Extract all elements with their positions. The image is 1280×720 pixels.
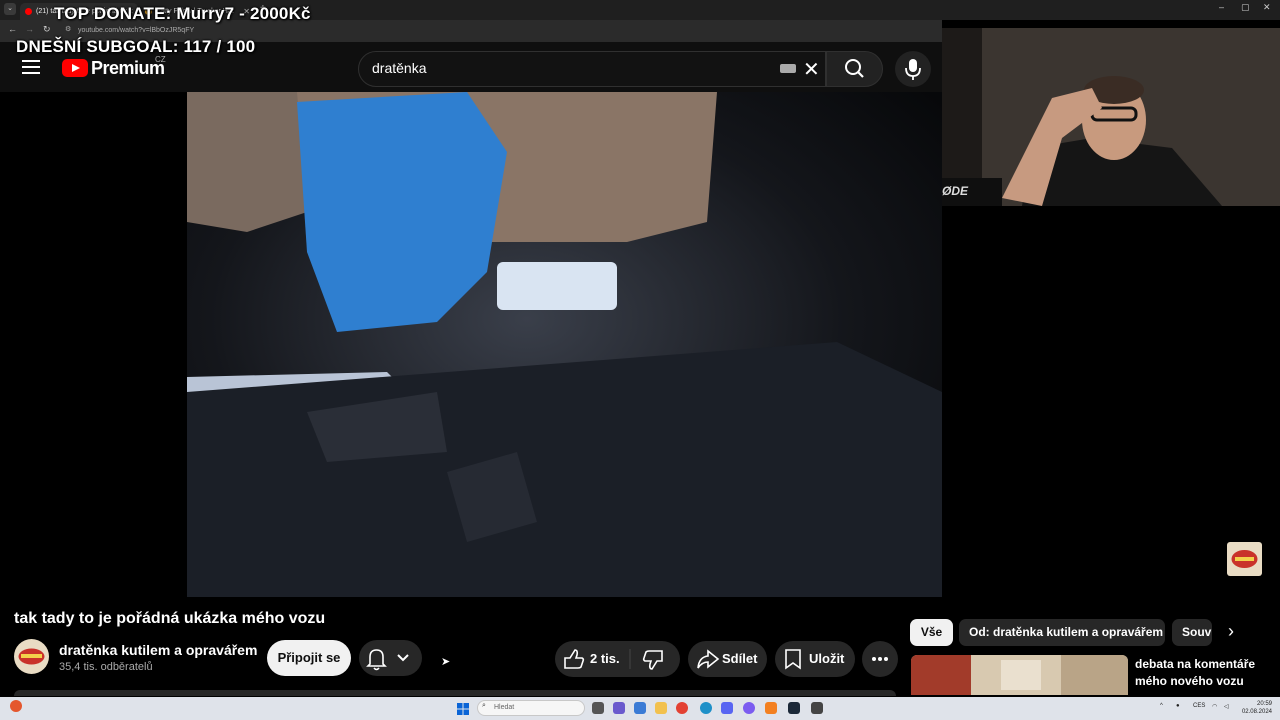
chrome-icon[interactable] (676, 702, 688, 714)
join-button[interactable]: Připojit se (267, 640, 351, 676)
microphone-icon (905, 59, 921, 80)
webcam-frame (942, 28, 1280, 206)
chevron-right-icon[interactable]: › (1228, 621, 1234, 642)
search-input[interactable] (372, 58, 762, 78)
chip-from-channel[interactable]: Od: dratěnka kutilem a opravářem (959, 619, 1165, 646)
search-icon (845, 59, 864, 78)
channel-avatar[interactable] (14, 639, 49, 674)
back-icon[interactable]: ← (8, 24, 17, 34)
top-donate-overlay: TOP DONATE: Murry7 - 2000Kč (54, 4, 311, 23)
like-count[interactable]: 2 tis. (590, 641, 620, 677)
dislike-icon (642, 650, 663, 670)
minimize-button[interactable]: – (1219, 2, 1224, 12)
chip-all[interactable]: Vše (910, 619, 953, 646)
widgets-icon[interactable] (10, 700, 22, 712)
microphone-icon[interactable]: ● (1176, 703, 1180, 709)
recommendation-title[interactable]: debata na komentáře mého nového vozu (1135, 656, 1275, 690)
premium-logo-text[interactable]: Premium (91, 58, 165, 79)
url-field[interactable]: youtube.com/watch?v=lBbOzJR5qFY (78, 25, 478, 37)
video-title: tak tady to je pořádná ukázka mého vozu (14, 610, 326, 627)
windows-start-icon[interactable] (457, 702, 469, 715)
share-label: Sdílet (722, 651, 758, 666)
save-button[interactable]: Uložit (775, 641, 855, 677)
video-frame (187, 92, 942, 597)
mouse-cursor: ➤ (441, 656, 451, 668)
wifi-icon[interactable]: ◠ (1212, 703, 1217, 710)
app-icon[interactable] (765, 702, 777, 714)
save-label: Uložit (809, 651, 845, 666)
app-icon[interactable] (613, 702, 625, 714)
youtube-logo-icon[interactable] (62, 59, 88, 77)
discord-icon[interactable] (743, 702, 755, 714)
steam-icon[interactable] (788, 702, 800, 714)
search-button[interactable] (826, 51, 883, 87)
taskbar-search-box[interactable]: Hledat (477, 700, 585, 716)
like-icon (564, 649, 585, 669)
task-view-icon[interactable] (592, 702, 604, 714)
bell-icon (366, 649, 387, 671)
more-horizontal-icon (872, 657, 888, 661)
subgoal-overlay: DNEŠNÍ SUBGOAL: 117 / 100 (16, 37, 256, 56)
maximize-button[interactable]: ▢ (1241, 2, 1250, 13)
search-icon: ⌕ (482, 702, 486, 709)
close-window-button[interactable]: ✕ (1263, 2, 1271, 13)
channel-watermark-icon[interactable] (1227, 542, 1262, 576)
forward-icon[interactable]: → (25, 24, 34, 34)
clock-time: 20:59 (1256, 701, 1272, 707)
keyboard-icon[interactable] (780, 64, 796, 73)
file-explorer-icon[interactable] (655, 702, 667, 714)
video-player[interactable] (187, 92, 942, 597)
recommendation-thumbnail[interactable] (911, 655, 1128, 695)
share-icon (697, 649, 720, 669)
clear-search-icon[interactable]: ✕ (803, 57, 820, 82)
app-icon[interactable] (811, 702, 823, 714)
site-info-icon[interactable]: ⚙ (65, 25, 71, 33)
share-button[interactable]: Sdílet (688, 641, 767, 677)
youtube-favicon-icon (25, 8, 32, 15)
clock-date: 02.08.2024 (1241, 709, 1272, 715)
edge-icon[interactable] (700, 702, 712, 714)
language-indicator[interactable]: CES (1193, 703, 1205, 709)
bookmark-icon (785, 649, 801, 670)
tab-list-button[interactable]: ⌄ (4, 3, 16, 15)
taskbar-clock[interactable]: 20:59 02.08.2024 (1240, 700, 1272, 716)
webcam-overlay (942, 28, 1280, 206)
rode-logo: ØDE (942, 184, 969, 198)
subscribed-notifications-button[interactable] (359, 640, 422, 676)
reload-icon[interactable]: ↻ (43, 24, 51, 35)
chevron-up-icon[interactable]: ^ (1160, 703, 1163, 709)
voice-search-button[interactable] (895, 51, 931, 87)
like-dislike-group: 2 tis. (555, 641, 680, 677)
description-box[interactable] (14, 690, 896, 696)
subscriber-count: 35,4 tis. odběratelů (59, 661, 153, 673)
app-icon[interactable] (634, 702, 646, 714)
volume-icon[interactable]: ◁ (1224, 703, 1229, 710)
chip-related[interactable]: Souv (1172, 619, 1212, 646)
chevron-down-icon (397, 654, 409, 662)
channel-name[interactable]: dratěnka kutilem a opravářem (59, 642, 257, 658)
more-actions-button[interactable] (862, 641, 898, 677)
hamburger-menu-icon[interactable] (22, 60, 40, 74)
app-icon[interactable] (721, 702, 733, 714)
